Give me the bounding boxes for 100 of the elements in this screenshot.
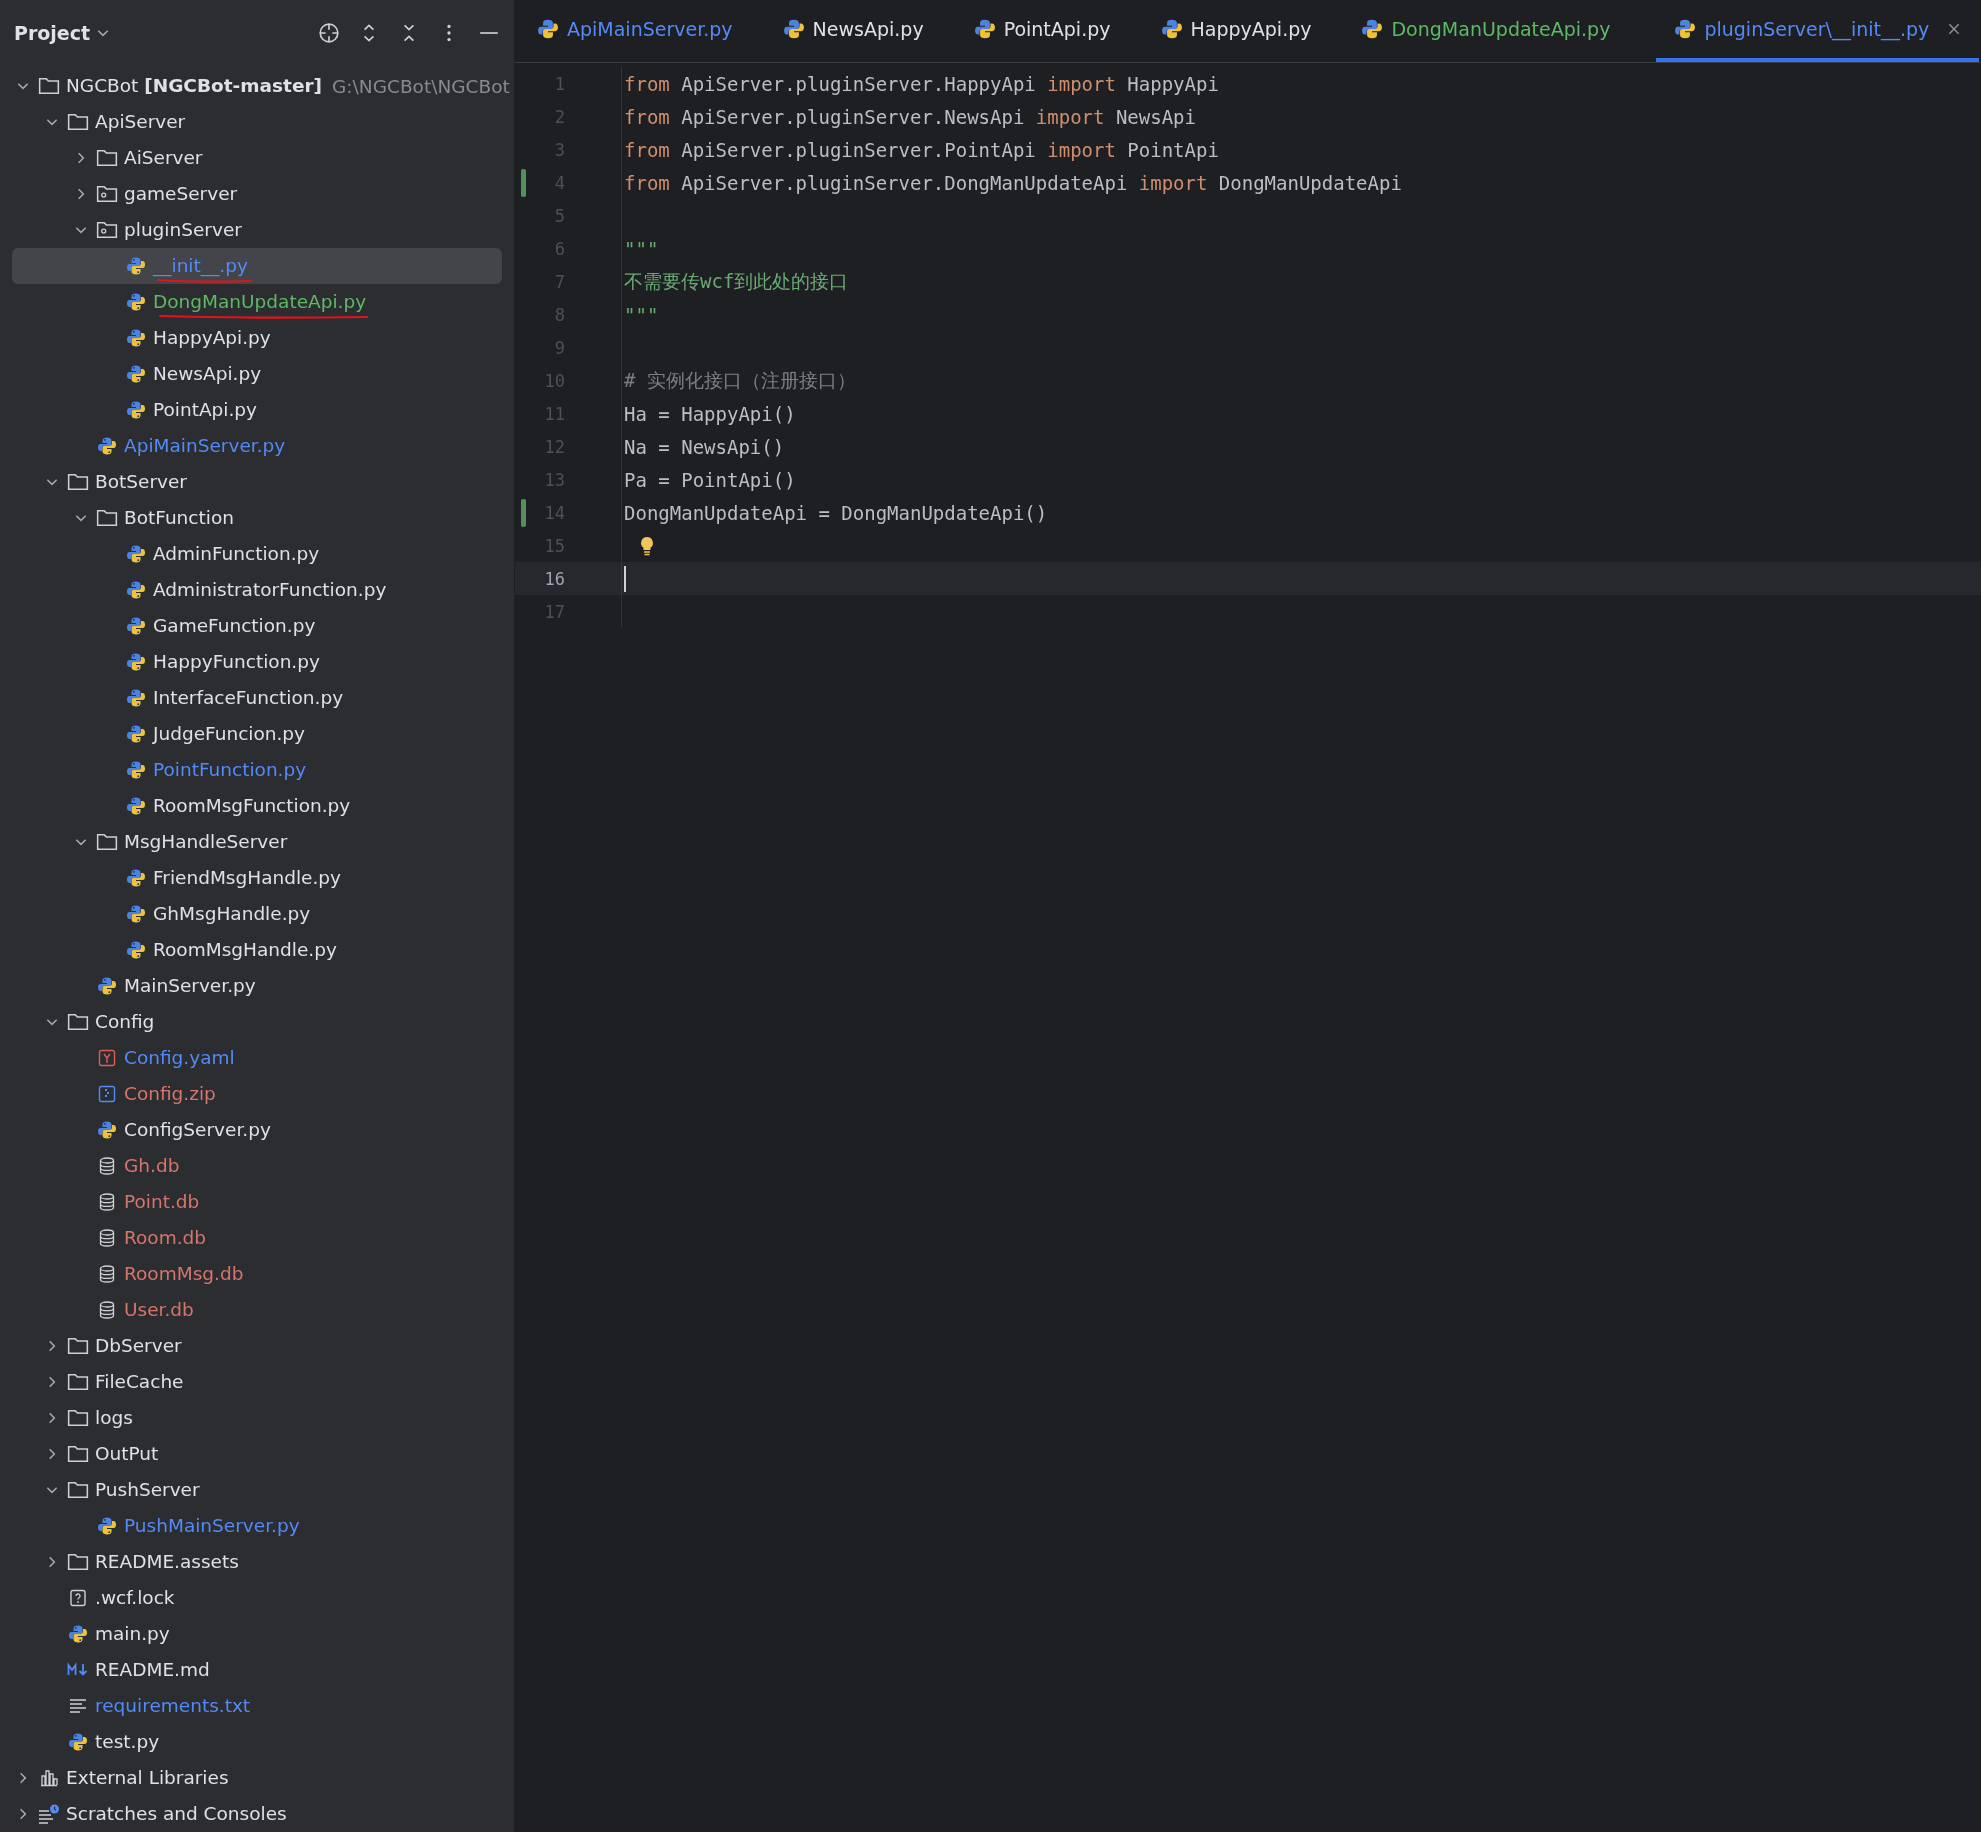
tree-item[interactable]: Gh.db: [12, 1148, 502, 1184]
python-file-icon: [125, 580, 147, 600]
tree-item[interactable]: RoomMsgHandle.py: [12, 932, 502, 968]
tree-item[interactable]: AiServer: [12, 140, 502, 176]
python-file-icon: [537, 18, 559, 40]
folder-icon: [67, 1552, 89, 1572]
tree-item[interactable]: Config.zip: [12, 1076, 502, 1112]
tree-item[interactable]: ConfigServer.py: [12, 1112, 502, 1148]
tree-item[interactable]: BotFunction: [12, 500, 502, 536]
tree-item[interactable]: HappyApi.py: [12, 320, 502, 356]
folder-icon: [96, 148, 118, 168]
editor-tab[interactable]: PointApi.py: [969, 0, 1129, 62]
tree-item[interactable]: External Libraries: [12, 1760, 502, 1796]
panel-title[interactable]: Project: [14, 22, 91, 44]
tree-item[interactable]: BotServer: [12, 464, 502, 500]
tree-item[interactable]: requirements.txt: [12, 1688, 502, 1724]
folder-icon: [67, 1372, 89, 1392]
tree-item[interactable]: AdministratorFunction.py: [12, 572, 502, 608]
folder-icon: [96, 508, 118, 528]
python-file-icon: [1160, 18, 1183, 40]
python-file-icon: [782, 18, 805, 40]
python-file-icon: [125, 688, 147, 708]
unknown-file-icon: [67, 1588, 89, 1608]
python-file-icon: [125, 940, 147, 960]
tree-item[interactable]: JudgeFuncion.py: [12, 716, 502, 752]
editor-tab[interactable]: HappyApi.py: [1156, 0, 1330, 62]
tree-item[interactable]: Config: [12, 1004, 502, 1040]
tree-item[interactable]: DbServer: [12, 1328, 502, 1364]
close-icon[interactable]: [1947, 22, 1962, 36]
python-file-icon: [125, 724, 147, 744]
editor-tab[interactable]: DongManUpdateApi.py: [1357, 0, 1629, 62]
folder-icon: [67, 1480, 89, 1500]
tree-item[interactable]: PointApi.py: [12, 392, 502, 428]
tree-item[interactable]: HappyFunction.py: [12, 644, 502, 680]
python-file-icon: [96, 1120, 118, 1140]
tree-item[interactable]: MainServer.py: [12, 968, 502, 1004]
tree-item[interactable]: OutPut: [12, 1436, 502, 1472]
tree-item[interactable]: ApiServer: [12, 104, 502, 140]
code-text: from ApiServer.pluginServer.DongManUpdateApi import DongManUpdateApi: [624, 171, 1402, 194]
tree-item[interactable]: PointFunction.py: [12, 752, 502, 788]
tree-item[interactable]: ApiMainServer.py: [12, 428, 502, 464]
python-file-icon: [125, 400, 147, 420]
folder-icon: [67, 1336, 89, 1356]
code-text: # 实例化接口（注册接口）: [624, 367, 856, 393]
tree-item[interactable]: DongManUpdateApi.py: [12, 284, 502, 320]
package-folder-icon: [96, 184, 118, 204]
code-text: Ha = HappyApi(): [624, 402, 796, 425]
tree-item[interactable]: test.py: [12, 1724, 502, 1760]
tree-item[interactable]: InterfaceFunction.py: [12, 680, 502, 716]
python-file-icon: [125, 796, 147, 816]
tree-item[interactable]: Config.yaml: [12, 1040, 502, 1076]
tree-item[interactable]: .wcf.lock: [12, 1580, 502, 1616]
tree-item[interactable]: User.db: [12, 1292, 502, 1328]
locate-icon[interactable]: [318, 22, 340, 44]
lightbulb-icon[interactable]: [640, 535, 654, 556]
tree-item[interactable]: logs: [12, 1400, 502, 1436]
python-file-icon: [125, 256, 147, 276]
tree-item[interactable]: GameFunction.py: [12, 608, 502, 644]
folder-icon: [38, 76, 60, 96]
python-file-icon: [96, 1516, 118, 1536]
tree-item[interactable]: GhMsgHandle.py: [12, 896, 502, 932]
package-folder-icon: [96, 220, 118, 240]
tree-item[interactable]: FileCache: [12, 1364, 502, 1400]
tree-item[interactable]: RoomMsgFunction.py: [12, 788, 502, 824]
python-file-icon: [125, 292, 147, 312]
python-file-icon: [67, 1732, 89, 1752]
tree-item[interactable]: main.py: [12, 1616, 502, 1652]
tree-item[interactable]: FriendMsgHandle.py: [12, 860, 502, 896]
tree-item[interactable]: PushMainServer.py: [12, 1508, 502, 1544]
tree-item[interactable]: Room.db: [12, 1220, 502, 1256]
python-file-icon: [1674, 18, 1697, 40]
editor-tab[interactable]: NewsApi.py: [778, 0, 942, 62]
code-text: 不需要传wcf到此处的接口: [624, 268, 849, 294]
code-text: from ApiServer.pluginServer.NewsApi import NewsApi: [624, 105, 1196, 128]
tree-item[interactable]: pluginServer: [12, 212, 502, 248]
tree-item[interactable]: PushServer: [12, 1472, 502, 1508]
text-file-icon: [67, 1696, 89, 1716]
line-number: 16: [543, 568, 565, 589]
tree-item[interactable]: Point.db: [12, 1184, 502, 1220]
python-file-icon: [125, 364, 147, 384]
python-file-icon: [67, 1624, 89, 1644]
library-icon: [38, 1768, 60, 1788]
tree-item[interactable]: Scratches and Consoles: [12, 1796, 502, 1832]
change-marker: [520, 168, 526, 197]
editor-tab[interactable]: ApiMainServer.py: [533, 0, 751, 62]
python-file-icon: [125, 616, 147, 636]
python-file-icon: [973, 18, 996, 40]
tree-item[interactable]: MsgHandleServer: [12, 824, 502, 860]
tree-item[interactable]: gameServer: [12, 176, 502, 212]
python-file-icon: [125, 868, 147, 888]
python-file-icon: [125, 544, 147, 564]
code-text: from ApiServer.pluginServer.HappyApi import HappyApi: [624, 72, 1219, 95]
tree-item[interactable]: NewsApi.py: [12, 356, 502, 392]
tree-item[interactable]: README.assets: [12, 1544, 502, 1580]
tree-item[interactable]: AdminFunction.py: [12, 536, 502, 572]
tree-item[interactable]: RoomMsg.db: [12, 1256, 502, 1292]
text-cursor: [624, 565, 626, 592]
project-path: G:\NGCBot\NGCBot: [332, 75, 510, 97]
editor-tab[interactable]: pluginServer\__init__.py: [1656, 0, 1980, 62]
tree-item[interactable]: README.md: [12, 1652, 502, 1688]
